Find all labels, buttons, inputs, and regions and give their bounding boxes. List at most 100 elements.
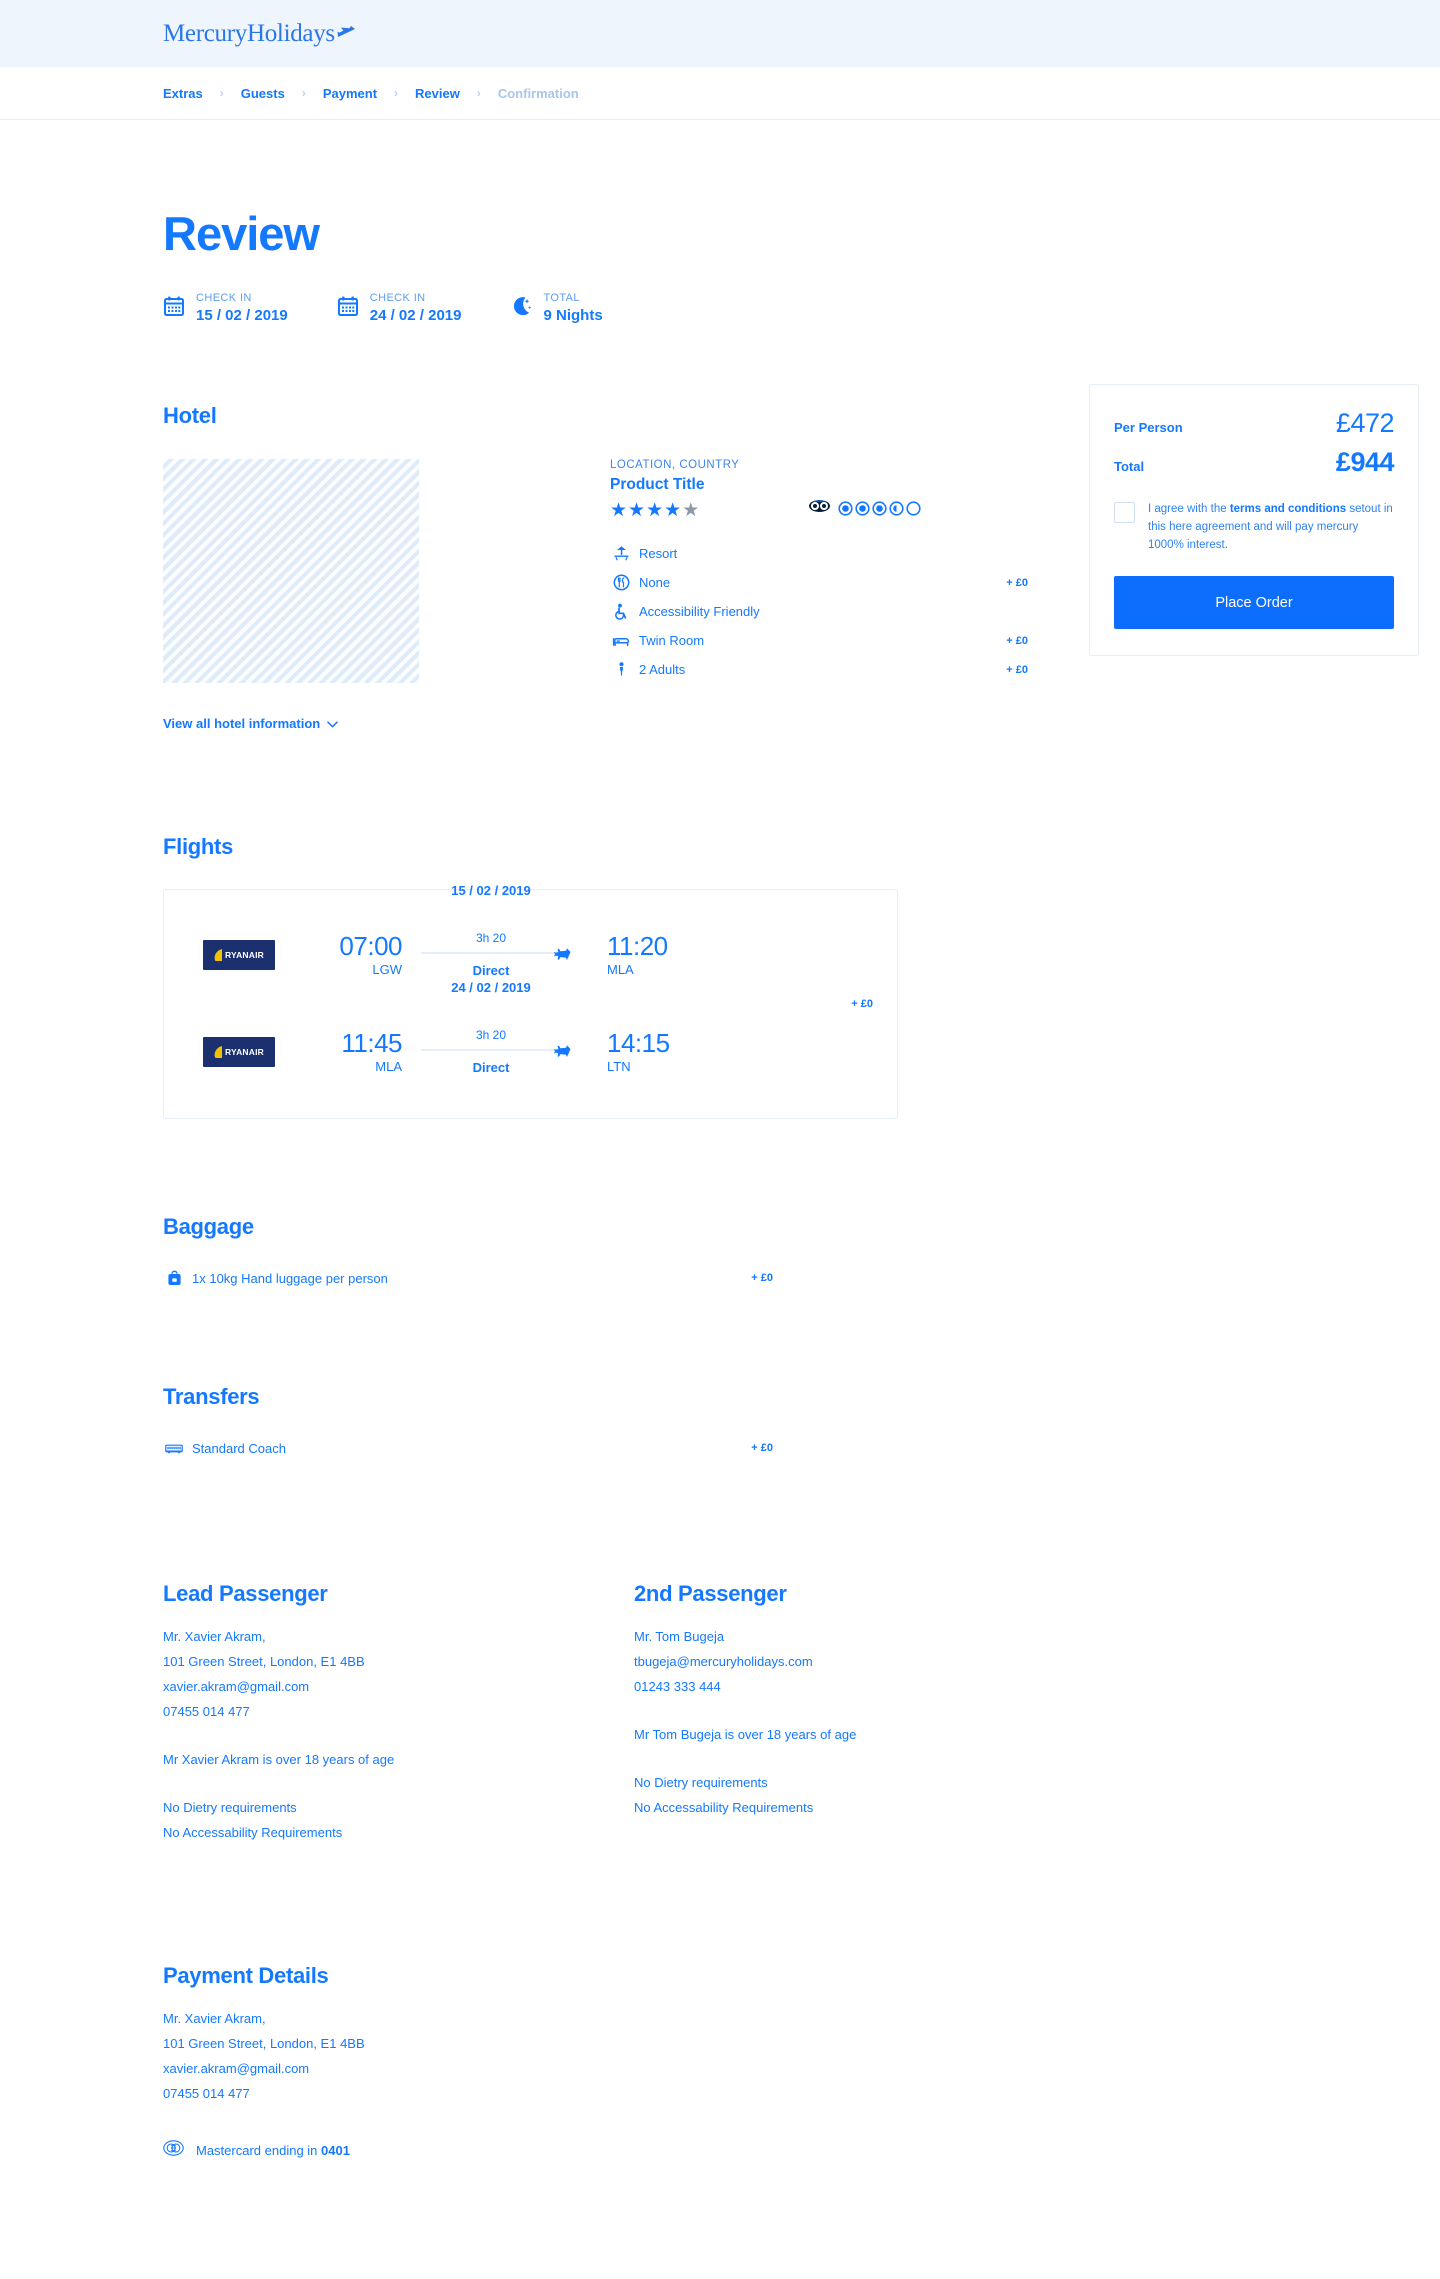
wheelchair-icon xyxy=(610,603,632,620)
breadcrumb-item-guests[interactable]: Guests xyxy=(241,86,285,101)
meta-value: 24 / 02 / 2019 xyxy=(369,306,462,324)
transfers-section-heading: Transfers xyxy=(163,1384,260,1410)
meta-label: CHECK IN xyxy=(369,292,426,304)
hotel-location: LOCATION, COUNTRY xyxy=(610,459,740,472)
bed-icon xyxy=(610,632,632,649)
hotel-feature-resort: Resort xyxy=(610,539,898,568)
terms-and-conditions-link[interactable]: terms and conditions xyxy=(1230,503,1346,515)
hotel-feature-label: None xyxy=(639,575,671,591)
passenger-phone: 01243 333 444 xyxy=(634,1679,721,1695)
billing-name: Mr. Xavier Akram, xyxy=(163,2011,266,2027)
rating-dot-full xyxy=(838,500,853,516)
hotel-feature-price: + £0 xyxy=(1006,576,1028,589)
airline-name: RYANAIR xyxy=(224,1046,265,1057)
breadcrumb-item-payment[interactable]: Payment xyxy=(323,86,377,101)
passenger-phone: 07455 014 477 xyxy=(163,1704,250,1720)
hotel-feature-label: 2 Adults xyxy=(639,662,686,678)
breadcrumb-item-review[interactable]: Review xyxy=(415,86,460,101)
star-empty-icon: ★ xyxy=(682,500,701,522)
calendar-icon xyxy=(163,295,185,322)
flights-section-heading: Flights xyxy=(163,834,234,860)
passenger-age-statement: Mr Xavier Akram is over 18 years of age xyxy=(163,1752,395,1768)
passenger-name: Mr. Tom Bugeja xyxy=(634,1629,725,1645)
hotel-section: LOCATION, COUNTRY Product Title ★★★★★ Re… xyxy=(163,459,1028,684)
flight-path-line xyxy=(421,948,571,961)
departure-time: 07:00 xyxy=(339,931,402,962)
breadcrumb: Extras › Guests › Payment › Review › Con… xyxy=(163,86,579,101)
terms-pre: I agree with the xyxy=(1148,503,1230,515)
airline-name: RYANAIR xyxy=(224,949,265,960)
passenger-email: xavier.akram@gmail.com xyxy=(163,1679,310,1695)
arrival-time: 11:20 xyxy=(607,931,668,962)
transfers-label: Standard Coach xyxy=(192,1440,286,1456)
arrival-time: 14:15 xyxy=(607,1028,670,1059)
star-filled-icon: ★ xyxy=(646,500,665,522)
departure-airport-code: MLA xyxy=(375,1059,402,1075)
flight-arrival: 14:15 LTN xyxy=(607,1029,670,1074)
cutlery-icon xyxy=(610,574,632,591)
arrival-airport-code: MLA xyxy=(607,962,634,978)
hotel-feature-label: Accessibility Friendly xyxy=(639,604,760,620)
payment-details-heading: Payment Details xyxy=(163,1963,329,1989)
meta-check-in-end: CHECK IN 24 / 02 / 2019 xyxy=(337,291,462,326)
breadcrumb-separator: › xyxy=(394,86,399,100)
hotel-feature-room-type: Twin Room + £0 xyxy=(610,626,1028,655)
meta-label: CHECK IN xyxy=(196,292,252,304)
airplane-icon xyxy=(337,20,357,48)
brand-logo[interactable]: MercuryHolidays xyxy=(163,20,357,48)
page-title: Review xyxy=(163,207,320,260)
page-body: Review CHECK IN 15 / 02 / 2019 CHECK IN … xyxy=(0,120,1440,2279)
baggage-price: + £0 xyxy=(751,1272,773,1285)
breadcrumb-separator: › xyxy=(476,86,481,100)
total-price-row: Total £944 xyxy=(1114,447,1395,478)
passenger-age-statement: Mr Tom Bugeja is over 18 years of age xyxy=(634,1727,857,1743)
sun-lounger-icon xyxy=(610,545,632,562)
view-all-hotel-information-link[interactable]: View all hotel information xyxy=(163,716,338,731)
flight-arrival: 11:20 MLA xyxy=(607,932,668,977)
passenger-accessibility: No Accessability Requirements xyxy=(634,1800,814,1816)
trip-meta-strip: CHECK IN 15 / 02 / 2019 CHECK IN 24 / 02… xyxy=(163,291,898,326)
coach-bus-icon xyxy=(163,1442,185,1455)
card-last4: 0401 xyxy=(321,2143,350,2159)
airline-logo-ryanair: RYANAIR xyxy=(203,939,275,970)
baggage-label: 1x 10kg Hand luggage per person xyxy=(192,1270,388,1286)
flight-middle: 24 / 02 / 2019 3h 20 Direct xyxy=(421,980,571,1075)
order-summary-card: Per Person £472 Total £944 I agree with … xyxy=(1089,384,1419,657)
flight-leg-return: RYANAIR 11:45 MLA 24 / 02 / 2019 3h 20 D… xyxy=(164,980,897,1088)
passenger-dietary: No Dietry requirements xyxy=(634,1775,768,1791)
hotel-image-placeholder xyxy=(163,459,419,684)
star-filled-icon: ★ xyxy=(610,500,629,522)
site-header: MercuryHolidays xyxy=(0,0,1440,67)
transfers-price: + £0 xyxy=(751,1442,773,1455)
baggage-row: 1x 10kg Hand luggage per person + £0 xyxy=(163,1267,898,1289)
rating-dot-full xyxy=(855,500,870,516)
per-person-price-row: Per Person £472 xyxy=(1114,408,1395,439)
harp-icon xyxy=(214,1045,222,1058)
hotel-feature-list: Resort None + £0 Accessibility Friendly … xyxy=(610,539,1028,684)
bottom-spacer xyxy=(163,2161,898,2279)
departure-airport-code: LGW xyxy=(372,962,402,978)
per-person-label: Per Person xyxy=(1114,420,1183,435)
tripadvisor-rating xyxy=(809,499,921,517)
person-icon xyxy=(610,661,632,678)
meta-text: CHECK IN 24 / 02 / 2019 xyxy=(370,291,462,326)
place-order-button[interactable]: Place Order xyxy=(1114,576,1394,630)
passengers-section: Lead Passenger Mr. Xavier Akram, 101 Gre… xyxy=(163,1581,898,1845)
flight-duration: 3h 20 xyxy=(475,931,507,946)
baggage-section-heading: Baggage xyxy=(163,1214,254,1240)
lead-passenger-block: Lead Passenger Mr. Xavier Akram, 101 Gre… xyxy=(163,1581,493,1845)
rating-dot-half xyxy=(889,500,904,516)
terms-checkbox[interactable] xyxy=(1114,502,1135,523)
hotel-feature-accessibility: Accessibility Friendly xyxy=(610,597,898,626)
calendar-icon xyxy=(337,295,359,322)
terms-agreement: I agree with the terms and conditions se… xyxy=(1114,501,1394,554)
billing-email: xavier.akram@gmail.com xyxy=(163,2061,310,2077)
breadcrumb-separator: › xyxy=(219,86,224,100)
breadcrumb-item-extras[interactable]: Extras xyxy=(163,86,203,101)
tripadvisor-owl-icon xyxy=(809,499,830,517)
meta-text: TOTAL 9 Nights xyxy=(544,291,603,326)
meta-text: CHECK IN 15 / 02 / 2019 xyxy=(196,291,288,326)
